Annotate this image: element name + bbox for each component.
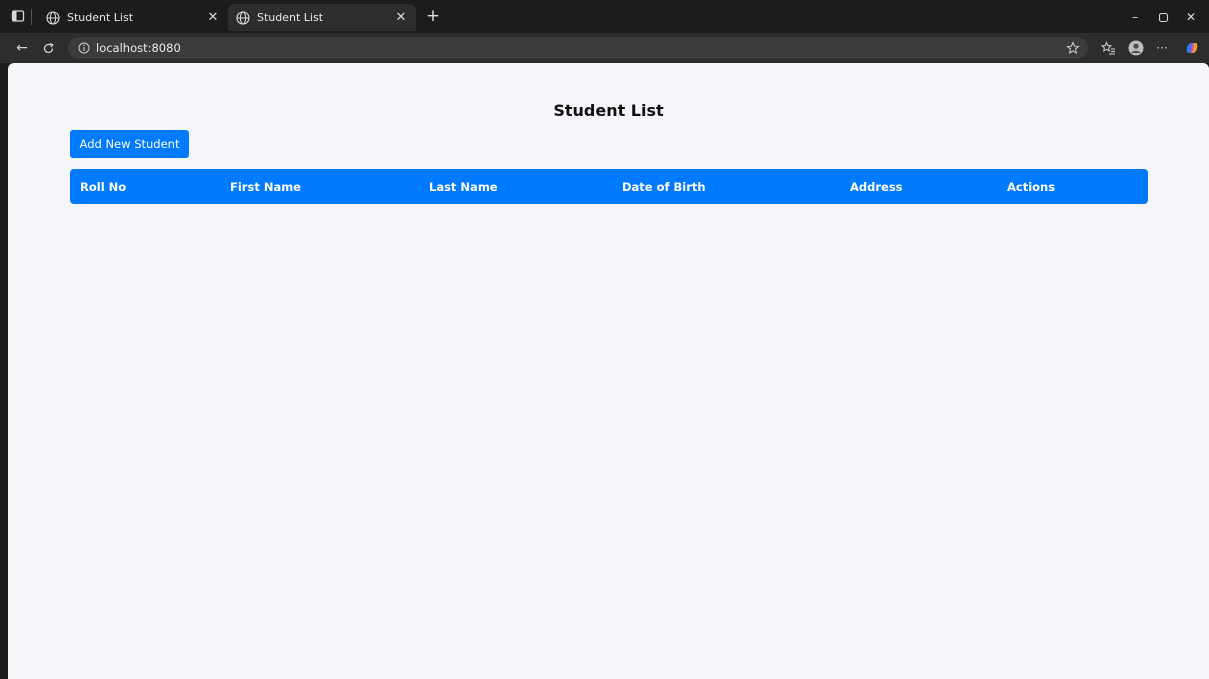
favorites-icon[interactable]	[1100, 40, 1116, 56]
tab-separator	[31, 9, 32, 25]
address-bar[interactable]: localhost:8080	[68, 37, 1088, 59]
student-table-container: Roll No First Name Last Name Date of Bir…	[70, 169, 1148, 204]
column-header-roll-no[interactable]: Roll No	[70, 169, 220, 204]
browser-tab-1[interactable]: Student List ✕	[38, 4, 228, 31]
tab-actions-icon[interactable]	[10, 8, 26, 24]
browser-window: Student List ✕ Student List ✕ + – ✕ ← lo…	[0, 0, 1209, 679]
reload-icon[interactable]	[40, 40, 56, 56]
favorite-star-icon[interactable]	[1066, 41, 1080, 55]
restore-icon[interactable]	[1154, 9, 1172, 25]
page-title: Student List	[553, 101, 664, 120]
add-new-student-button[interactable]: Add New Student	[70, 130, 189, 158]
info-icon[interactable]	[78, 42, 90, 54]
minimize-icon[interactable]: –	[1126, 9, 1144, 25]
profile-avatar-icon[interactable]	[1128, 40, 1144, 56]
window-close-icon[interactable]: ✕	[1182, 9, 1200, 25]
close-icon[interactable]: ✕	[394, 10, 408, 25]
copilot-icon[interactable]	[1184, 40, 1200, 56]
browser-toolbar: ← localhost:8080 ···	[0, 33, 1209, 63]
new-tab-icon[interactable]: +	[424, 7, 442, 25]
close-icon[interactable]: ✕	[206, 10, 220, 25]
student-table: Roll No First Name Last Name Date of Bir…	[70, 169, 1148, 204]
page-viewport: Student List Add New Student Roll No Fir…	[8, 63, 1209, 679]
more-options-icon[interactable]: ···	[1154, 40, 1170, 56]
column-header-last-name[interactable]: Last Name	[419, 169, 612, 204]
column-header-actions[interactable]: Actions	[997, 169, 1148, 204]
column-header-date-of-birth[interactable]: Date of Birth	[612, 169, 840, 204]
browser-tab-2-active[interactable]: Student List ✕	[228, 4, 416, 31]
back-arrow-icon[interactable]: ←	[14, 40, 30, 56]
column-header-address[interactable]: Address	[840, 169, 997, 204]
globe-icon	[236, 10, 250, 25]
tab-title: Student List	[67, 11, 134, 24]
tab-title: Student List	[257, 11, 324, 24]
globe-icon	[46, 10, 60, 25]
column-header-first-name[interactable]: First Name	[220, 169, 419, 204]
table-header-row: Roll No First Name Last Name Date of Bir…	[70, 169, 1148, 204]
tab-strip: Student List ✕ Student List ✕ + – ✕	[0, 0, 1209, 33]
address-text: localhost:8080	[96, 41, 181, 55]
